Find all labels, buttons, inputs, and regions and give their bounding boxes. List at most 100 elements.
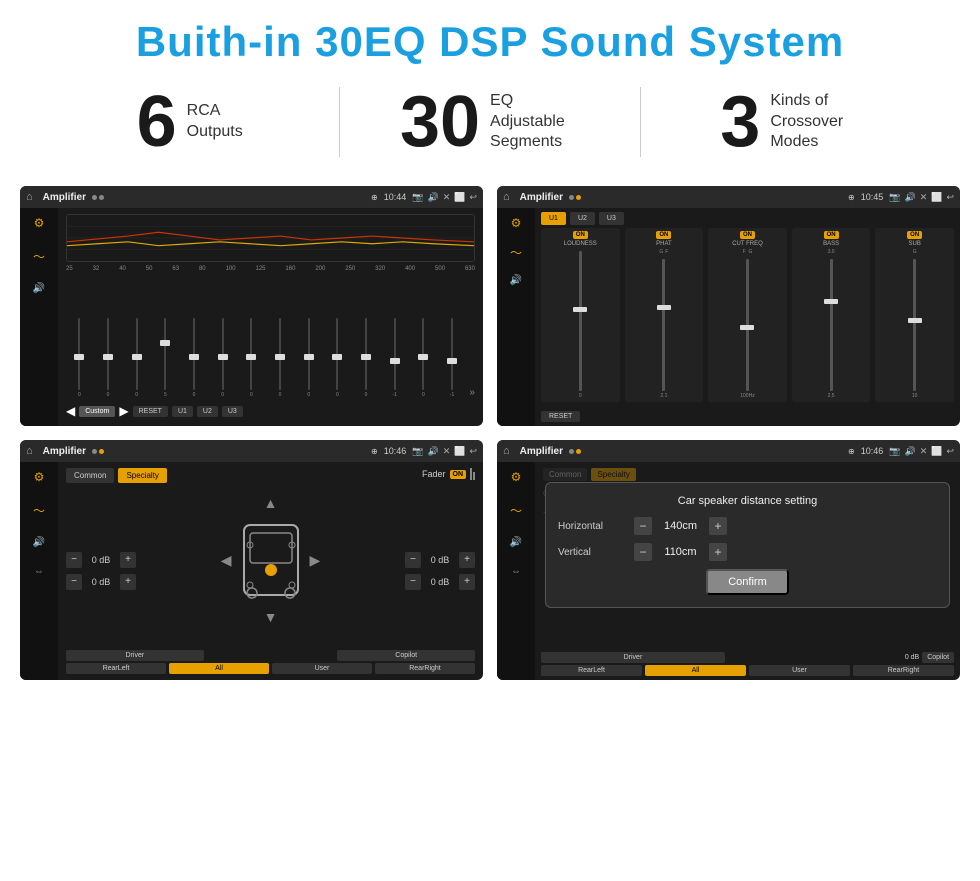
horizontal-plus-btn[interactable]: + (709, 517, 727, 535)
volume-icon-3: 🔊 (427, 446, 438, 457)
loudness-slider[interactable] (579, 251, 582, 391)
eq-slider-9[interactable]: 0 (295, 318, 322, 398)
screen-amp: ⌂ Amplifier ⊕ 10:45 📷 🔊 ✕ ⬜ ↩ ⚙ 〜 🔊 (497, 186, 960, 426)
fader-tab-specialty[interactable]: Specialty (118, 468, 166, 483)
fader-driver-btn[interactable]: Driver (66, 650, 204, 661)
fader-right-controls: − 0 dB + − 0 dB + (405, 495, 475, 646)
sub-val: 10 (912, 393, 918, 399)
screen4-body: ⚙ 〜 🔊 ⇔ Common Specialty ON (497, 462, 960, 680)
fader-rearleft-btn[interactable]: RearLeft (66, 663, 166, 674)
eq-reset-btn[interactable]: RESET (133, 406, 168, 417)
amp-u2-btn[interactable]: U2 (570, 212, 595, 225)
cutfreq-slider[interactable] (746, 259, 749, 391)
vertical-minus-btn[interactable]: − (634, 543, 652, 561)
wave-icon: 〜 (33, 248, 45, 265)
eq-slider-4[interactable]: 5 (152, 318, 179, 398)
amp-speaker-icon: 🔊 (510, 275, 522, 286)
screen2-time: 10:45 (861, 192, 884, 202)
eq-custom-btn[interactable]: Custom (79, 406, 115, 417)
eq-slider-14[interactable]: -1 (439, 318, 466, 398)
volume-icon: 🔊 (427, 192, 438, 203)
amp-sidebar: ⚙ 〜 🔊 (497, 208, 535, 426)
horizontal-minus-btn[interactable]: − (634, 517, 652, 535)
screen4-time: 10:46 (861, 446, 884, 456)
bg-common-tab: Common (543, 468, 587, 481)
eq-slider-3[interactable]: 0 (123, 318, 150, 398)
screen3-icons: 📷 🔊 ✕ ⬜ ↩ (412, 446, 477, 457)
dialog-rearright-btn[interactable]: RearRight (853, 665, 954, 676)
screen3-app-title: Amplifier (43, 446, 86, 457)
dialog-copilot-btn[interactable]: Copilot (922, 652, 954, 663)
eq-slider-6[interactable]: 0 (209, 318, 236, 398)
home-icon-2: ⌂ (503, 191, 510, 203)
back-icon-3: ↩ (469, 446, 477, 457)
dot3 (569, 195, 574, 200)
fader-tab-common[interactable]: Common (66, 468, 114, 483)
fader-user-btn[interactable]: User (272, 663, 372, 674)
amp-reset-btn[interactable]: RESET (541, 411, 580, 422)
loudness-val: 0 (579, 393, 582, 399)
vertical-plus-btn[interactable]: + (709, 543, 727, 561)
dialog-driver-btn[interactable]: Driver (541, 652, 725, 663)
close-icon-3: ✕ (443, 446, 451, 457)
dot2 (99, 195, 104, 200)
fader-plus-2[interactable]: + (120, 574, 136, 590)
confirm-button[interactable]: Confirm (706, 569, 789, 595)
eq-slider-1[interactable]: 0 (66, 318, 93, 398)
fader-minus-4[interactable]: − (405, 574, 421, 590)
dialog-user-btn[interactable]: User (749, 665, 850, 676)
phat-slider[interactable] (662, 259, 665, 391)
eq-slider-10[interactable]: 0 (324, 318, 351, 398)
eq-slider-7[interactable]: 0 (238, 318, 265, 398)
fader-body: − 0 dB + − 0 dB + ▲ (66, 495, 475, 646)
eq-slider-2[interactable]: 0 (95, 318, 122, 398)
amp-u1-btn[interactable]: U1 (541, 212, 566, 225)
eq-slider-8[interactable]: 0 (267, 318, 294, 398)
screenshots-grid: ⌂ Amplifier ⊕ 10:44 📷 🔊 ✕ ⬜ ↩ ⚙ 〜 🔊 (0, 178, 980, 700)
fader-balance-icon: ⇔ (34, 566, 44, 577)
eq-slider-12[interactable]: -1 (381, 318, 408, 398)
fader-label: Fader (422, 469, 446, 479)
camera-icon-3: 📷 (412, 446, 423, 457)
close-icon: ✕ (443, 192, 451, 203)
eq-slider-5[interactable]: 0 (181, 318, 208, 398)
fader-db-val-2: 0 dB (86, 577, 116, 587)
arrow-left: ◀ (221, 552, 232, 569)
fader-center: ▲ ◀ (144, 495, 397, 646)
eq-next-btn[interactable]: ▶ (119, 404, 128, 418)
eq-u2-btn[interactable]: U2 (197, 406, 218, 417)
screen4-app-title: Amplifier (520, 446, 563, 457)
arrow-up: ▲ (264, 495, 278, 511)
fader-wave-icon: 〜 (33, 502, 45, 519)
dialog-rearleft-btn[interactable]: RearLeft (541, 665, 642, 676)
screen1-icons: 📷 🔊 ✕ ⬜ ↩ (412, 192, 477, 203)
screen1-time: 10:44 (384, 192, 407, 202)
window-icon-2: ⬜ (931, 192, 942, 203)
bass-slider[interactable] (830, 259, 833, 391)
amp-u3-btn[interactable]: U3 (599, 212, 624, 225)
fader-plus-4[interactable]: + (459, 574, 475, 590)
fader-plus-3[interactable]: + (459, 552, 475, 568)
eq-u1-btn[interactable]: U1 (172, 406, 193, 417)
eq-sliders: 0 0 0 5 0 (66, 276, 475, 402)
eq-slider-11[interactable]: 0 (353, 318, 380, 398)
fader-plus-1[interactable]: + (120, 552, 136, 568)
dialog-overlay: Car speaker distance setting Horizontal … (545, 482, 950, 608)
fader-rearright-btn[interactable]: RearRight (375, 663, 475, 674)
sub-slider[interactable] (913, 259, 916, 391)
fader-all-btn[interactable]: All (169, 663, 269, 674)
fader-minus-3[interactable]: − (405, 552, 421, 568)
fader-tabs: Common Specialty (66, 468, 167, 483)
fader-copilot-btn[interactable]: Copilot (337, 650, 475, 661)
eq-prev-btn[interactable]: ◀ (66, 404, 75, 418)
horizontal-value: 140cm (658, 520, 703, 532)
fader-minus-2[interactable]: − (66, 574, 82, 590)
eq-sidebar: ⚙ 〜 🔊 (20, 208, 58, 426)
fader-minus-1[interactable]: − (66, 552, 82, 568)
amp-band-cutfreq: ON CUT FREQ F G 100Hz (708, 228, 787, 402)
dialog-all-btn[interactable]: All (645, 665, 746, 676)
eq-slider-13[interactable]: 0 (410, 318, 437, 398)
screen1-app-title: Amplifier (43, 192, 86, 203)
bass-on-badge: ON (824, 231, 839, 239)
eq-u3-btn[interactable]: U3 (222, 406, 243, 417)
